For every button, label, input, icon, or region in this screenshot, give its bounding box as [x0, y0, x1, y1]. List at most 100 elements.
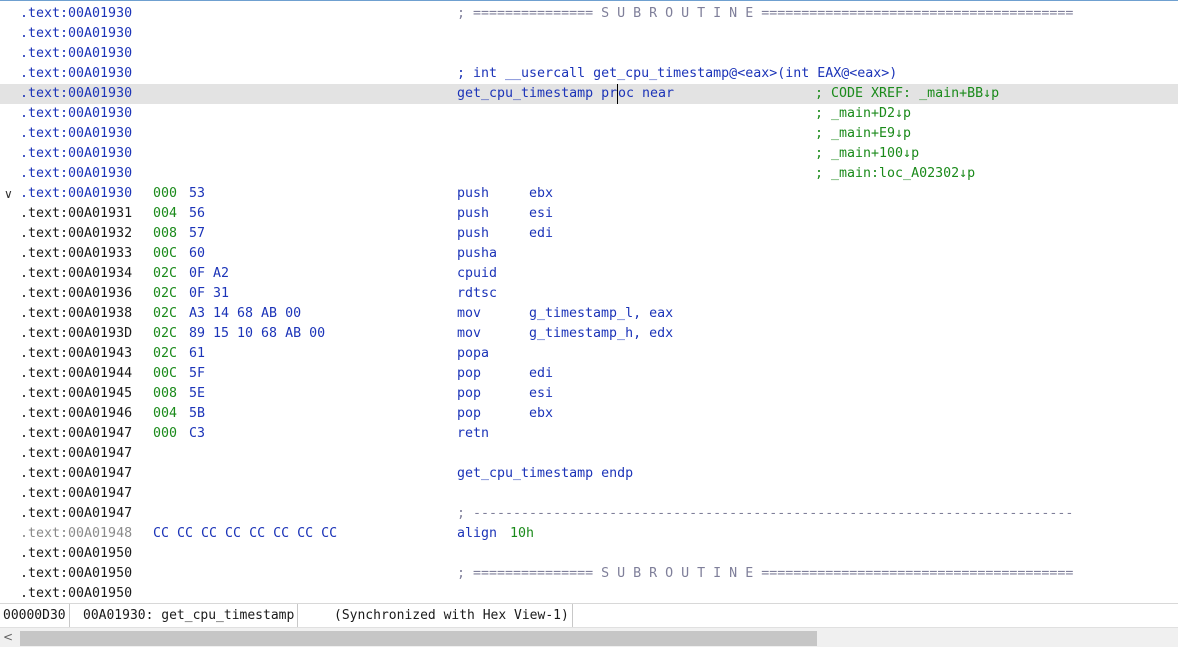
- listing-row[interactable]: .text:00A01948 CC CC CC CC CC CC CC CC ali…: [0, 524, 1178, 544]
- status-location: 00A01930: get_cpu_timestamp: [80, 604, 299, 628]
- collapse-chevron-icon[interactable]: ∨: [4, 184, 18, 204]
- stack-pointer-delta: 02C: [153, 346, 178, 361]
- row-address: .text:00A01930: [20, 86, 133, 101]
- mnemonic[interactable]: push: [457, 184, 489, 204]
- row-address: .text:00A0193D: [20, 326, 133, 341]
- xref-comment: ; _main:loc_A02302↓p: [815, 166, 976, 181]
- mnemonic[interactable]: align: [457, 524, 497, 544]
- row-address: .text:00A01950: [20, 586, 133, 601]
- status-file-offset: 00000D30: [0, 604, 70, 628]
- listing-row[interactable]: .text:00A01950: [0, 584, 1178, 604]
- operands[interactable]: edi: [529, 224, 553, 244]
- listing-row[interactable]: .text:00A01945 008 5E pop esi: [0, 384, 1178, 404]
- disassembly-listing[interactable]: .text:00A01930 ; =============== S U B R …: [0, 0, 1178, 604]
- listing-row[interactable]: .text:00A01936 02C 0F 31 rdtsc: [0, 284, 1178, 304]
- listing-row[interactable]: .text:00A01947: [0, 444, 1178, 464]
- operands[interactable]: esi: [529, 384, 553, 404]
- opcode-bytes: 0F 31: [189, 286, 230, 301]
- opcode-bytes: 60: [189, 246, 206, 261]
- operands[interactable]: edi: [529, 364, 553, 384]
- operands[interactable]: g_timestamp_h, edx: [529, 324, 673, 344]
- opcode-bytes: 89 15 10 68 AB 00: [189, 326, 326, 341]
- listing-row[interactable]: .text:00A01946 004 5B pop ebx: [0, 404, 1178, 424]
- listing-row[interactable]: .text:00A01933 00C 60 pusha: [0, 244, 1178, 264]
- instruction-text: ; int __usercall get_cpu_timestamp@<eax>…: [457, 66, 898, 81]
- listing-row[interactable]: .text:00A01950 ; =============== S U B R …: [0, 564, 1178, 584]
- row-address: .text:00A01936: [20, 286, 133, 301]
- listing-row[interactable]: .text:00A01931 004 56 push esi: [0, 204, 1178, 224]
- listing-row[interactable]: ∨ .text:00A01930 000 53 push ebx: [0, 184, 1178, 204]
- row-address: .text:00A01930: [20, 46, 133, 61]
- stack-pointer-delta: 008: [153, 386, 178, 401]
- listing-row[interactable]: .text:00A01932 008 57 push edi: [0, 224, 1178, 244]
- horizontal-scrollbar[interactable]: <: [0, 627, 1178, 647]
- mnemonic[interactable]: push: [457, 224, 489, 244]
- row-address: .text:00A01932: [20, 226, 133, 241]
- listing-row[interactable]: .text:00A01930 ; _main+100↓p: [0, 144, 1178, 164]
- mnemonic[interactable]: popa: [457, 344, 489, 364]
- listing-row[interactable]: .text:00A01934 02C 0F A2 cpuid: [0, 264, 1178, 284]
- opcode-bytes: 57: [189, 226, 206, 241]
- instruction-text: get_cpu_timestamp endp: [457, 466, 634, 481]
- mnemonic[interactable]: rdtsc: [457, 284, 497, 304]
- row-address: .text:00A01930: [20, 6, 133, 21]
- listing-row[interactable]: .text:00A01947 ; ------------------------…: [0, 504, 1178, 524]
- mnemonic[interactable]: mov: [457, 324, 481, 344]
- listing-row[interactable]: .text:00A0193D 02C 89 15 10 68 AB 00 mov g_t…: [0, 324, 1178, 344]
- operands[interactable]: ebx: [529, 404, 553, 424]
- opcode-bytes: 5E: [189, 386, 206, 401]
- row-address: .text:00A01930: [20, 66, 133, 81]
- operands[interactable]: ebx: [529, 184, 553, 204]
- listing-row[interactable]: .text:00A01930 ; _main:loc_A02302↓p: [0, 164, 1178, 184]
- stack-pointer-delta: 00C: [153, 366, 178, 381]
- row-address: .text:00A01930: [20, 166, 133, 181]
- stack-pointer-delta: 02C: [153, 326, 178, 341]
- mnemonic[interactable]: pop: [457, 384, 481, 404]
- scroll-thumb[interactable]: [20, 631, 817, 646]
- listing-row[interactable]: .text:00A01930 get_cpu_timestamp pr oc nea…: [0, 84, 1178, 104]
- listing-row[interactable]: .text:00A01950: [0, 544, 1178, 564]
- operands[interactable]: esi: [529, 204, 553, 224]
- listing-row[interactable]: .text:00A01944 00C 5F pop edi: [0, 364, 1178, 384]
- listing-row[interactable]: .text:00A01938 02C A3 14 68 AB 00 mov g_time…: [0, 304, 1178, 324]
- mnemonic[interactable]: pop: [457, 404, 481, 424]
- listing-row[interactable]: .text:00A01930 ; int __usercall get_cpu_t…: [0, 64, 1178, 84]
- listing-row[interactable]: .text:00A01947: [0, 484, 1178, 504]
- mnemonic[interactable]: retn: [457, 424, 489, 444]
- row-address: .text:00A01950: [20, 546, 133, 561]
- listing-row[interactable]: .text:00A01930: [0, 24, 1178, 44]
- xref-comment: ; _main+E9↓p: [815, 126, 912, 141]
- listing-row[interactable]: .text:00A01943 02C 61 popa: [0, 344, 1178, 364]
- mnemonic[interactable]: pusha: [457, 244, 497, 264]
- mnemonic[interactable]: cpuid: [457, 264, 497, 284]
- operands[interactable]: 10h: [510, 524, 534, 544]
- row-address: .text:00A01944: [20, 366, 133, 381]
- listing-row[interactable]: .text:00A01930: [0, 44, 1178, 64]
- xref-comment: ; _main+D2↓p: [815, 106, 912, 121]
- stack-pointer-delta: 000: [153, 186, 178, 201]
- listing-row[interactable]: .text:00A01947 get_cpu_timestamp endp: [0, 464, 1178, 484]
- mnemonic[interactable]: pop: [457, 364, 481, 384]
- xref-comment: ; CODE XREF: _main+BB↓p: [815, 86, 1000, 101]
- listing-row[interactable]: .text:00A01947 000 C3 retn: [0, 424, 1178, 444]
- mnemonic[interactable]: push: [457, 204, 489, 224]
- stack-pointer-delta: 02C: [153, 306, 178, 321]
- status-bar: 00000D30 00A01930: get_cpu_timestamp (Sy…: [0, 603, 1178, 628]
- row-address: .text:00A01930: [20, 106, 133, 121]
- listing-row[interactable]: .text:00A01930 ; _main+D2↓p: [0, 104, 1178, 124]
- operands[interactable]: g_timestamp_l, eax: [529, 304, 673, 324]
- opcode-bytes: 5F: [189, 366, 206, 381]
- row-address: .text:00A01950: [20, 566, 133, 581]
- row-address: .text:00A01947: [20, 446, 133, 461]
- xref-comment: ; _main+100↓p: [815, 146, 920, 161]
- stack-pointer-delta: 000: [153, 426, 178, 441]
- scroll-left-icon[interactable]: <: [3, 628, 17, 647]
- row-address: .text:00A01945: [20, 386, 133, 401]
- stack-pointer-delta: 004: [153, 206, 178, 221]
- mnemonic[interactable]: mov: [457, 304, 481, 324]
- row-address: .text:00A01933: [20, 246, 133, 261]
- listing-row[interactable]: .text:00A01930 ; _main+E9↓p: [0, 124, 1178, 144]
- listing-row[interactable]: .text:00A01930 ; =============== S U B R …: [0, 4, 1178, 24]
- row-address: .text:00A01931: [20, 206, 133, 221]
- proc-name-text-after-cursor: oc near: [617, 84, 674, 104]
